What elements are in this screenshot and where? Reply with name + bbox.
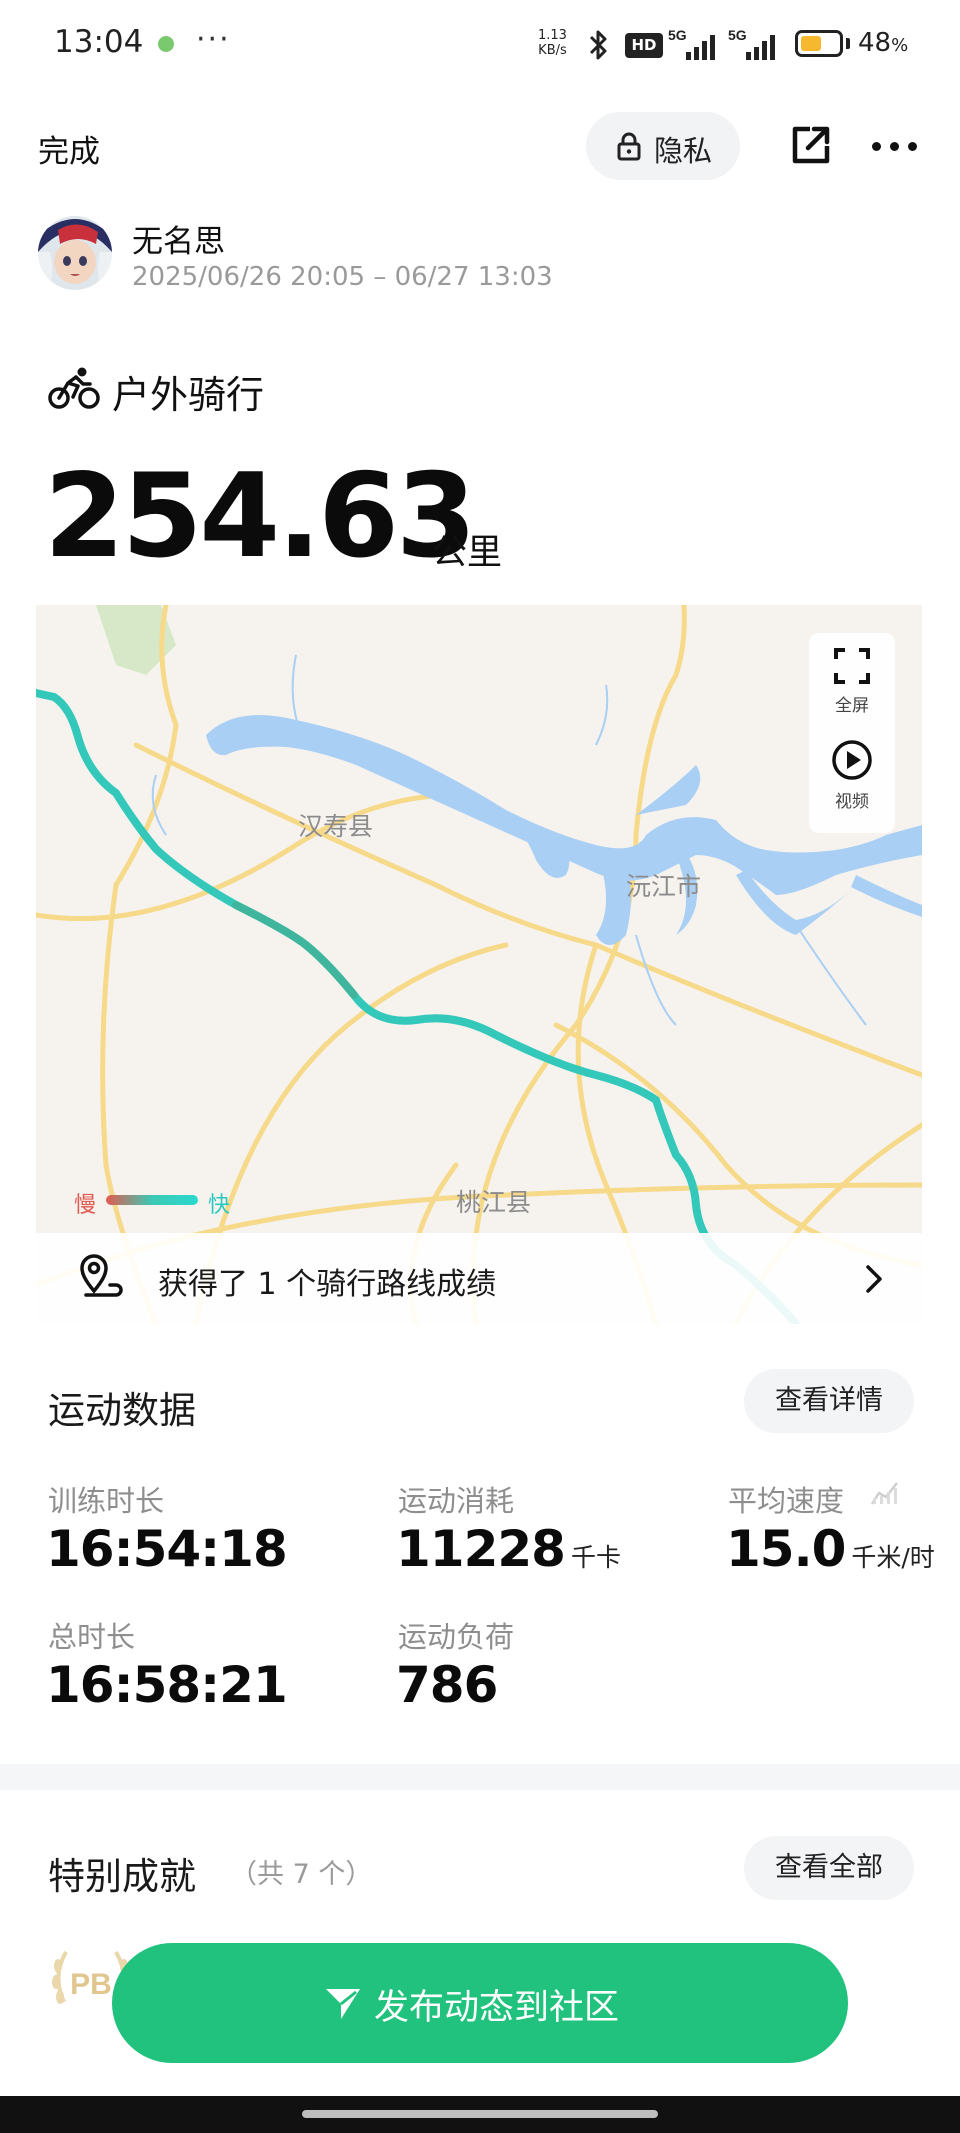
network-speed: 1.13 KB/s <box>538 28 567 58</box>
signal-strength-icon: 5G <box>668 27 715 60</box>
stat-label-training-time: 训练时长 <box>48 1484 165 1518</box>
stat-label-total-time: 总时长 <box>48 1620 136 1654</box>
view-all-achievements-button[interactable]: 查看全部 <box>744 1836 914 1900</box>
battery-icon <box>795 30 843 57</box>
chevron-right-icon <box>866 1265 882 1293</box>
map-controls: 全屏 视频 <box>809 633 895 833</box>
cycling-icon <box>48 367 100 409</box>
stat-label-calories: 运动消耗 <box>398 1484 515 1518</box>
achievements-title: 特别成就 <box>48 1855 196 1898</box>
signal-strength-icon-2: 5G <box>728 27 775 60</box>
share-icon[interactable] <box>790 124 832 166</box>
system-navigation-bar <box>0 2096 960 2133</box>
map-label-taojiang: 桃江县 <box>456 1188 532 1217</box>
status-bar: 13:04 ··· 1.13 KB/s HD 5G 5G 48% <box>0 0 960 90</box>
privacy-label: 隐私 <box>654 134 713 168</box>
stat-value-calories: 11228 千卡 <box>396 1520 621 1578</box>
stat-value-total-time: 16:58:21 <box>46 1656 288 1714</box>
network-speed-value: 1.13 <box>538 28 567 43</box>
battery-percent: 48% <box>858 28 909 58</box>
pb-badge-label: PB <box>70 1968 112 2001</box>
speed-legend-bar <box>106 1195 198 1205</box>
distance-unit: 公里 <box>432 533 503 573</box>
distance-value: 254.63 <box>44 449 477 584</box>
privacy-button[interactable]: 隐私 <box>586 112 740 180</box>
speed-chart-icon[interactable] <box>870 1478 900 1506</box>
route-map[interactable]: 汉寿县 沅江市 桃江县 全屏 视频 慢 快 获得了 1 个骑行路线成绩 <box>36 605 922 1324</box>
fullscreen-label: 全屏 <box>835 696 869 716</box>
view-details-button[interactable]: 查看详情 <box>744 1369 914 1433</box>
stat-label-training-load: 运动负荷 <box>398 1620 515 1654</box>
stat-unit-calories: 千卡 <box>570 1543 621 1572</box>
publish-label: 发布动态到社区 <box>374 1988 620 2028</box>
battery-fill <box>801 36 822 51</box>
map-label-yuanjiang: 沅江市 <box>626 872 702 901</box>
map-streams <box>151 654 867 1026</box>
avatar-image <box>38 216 112 290</box>
workout-data-title: 运动数据 <box>48 1389 196 1432</box>
bluetooth-icon <box>589 30 607 60</box>
signal-1-label: 5G <box>668 27 687 43</box>
stat-value-training-time: 16:54:18 <box>46 1520 288 1578</box>
send-icon <box>326 1989 360 2019</box>
fullscreen-icon <box>834 648 870 684</box>
lock-icon <box>617 132 641 161</box>
home-gesture-handle[interactable] <box>302 2110 658 2118</box>
notification-dot-icon <box>158 36 174 52</box>
legend-fast-label: 快 <box>208 1193 231 1218</box>
username: 无名思 <box>132 224 225 260</box>
fullscreen-button[interactable]: 全屏 <box>809 647 895 716</box>
route-pin-icon <box>80 1254 123 1297</box>
network-speed-unit: KB/s <box>538 43 567 58</box>
route-achievement-text: 获得了 1 个骑行路线成绩 <box>158 1267 497 1302</box>
done-button[interactable]: 完成 <box>38 126 100 171</box>
activity-time-range: 2025/06/26 20:05 – 06/27 13:03 <box>132 262 553 292</box>
battery-tip <box>846 38 850 49</box>
publish-to-community-button[interactable]: 发布动态到社区 <box>112 1943 848 2063</box>
activity-type: 户外骑行 <box>112 373 265 417</box>
stat-value-training-load: 786 <box>396 1656 498 1714</box>
map-label-hanshou: 汉寿县 <box>298 812 374 841</box>
play-video-icon <box>832 740 872 780</box>
more-options-icon[interactable] <box>870 128 920 168</box>
status-time: 13:04 <box>54 24 144 60</box>
stat-unit-avg-speed: 千米/时 <box>851 1543 935 1572</box>
video-button[interactable]: 视频 <box>809 739 895 812</box>
hd-voice-badge: HD <box>625 33 663 58</box>
stat-label-avg-speed: 平均速度 <box>728 1484 845 1518</box>
legend-slow-label: 慢 <box>74 1193 97 1218</box>
signal-2-label: 5G <box>728 27 747 43</box>
video-label: 视频 <box>835 792 869 812</box>
stat-value-avg-speed: 15.0 千米/时 <box>726 1520 935 1578</box>
achievements-count: （共 7 个） <box>230 1859 373 1890</box>
avatar[interactable] <box>38 216 112 290</box>
section-divider <box>0 1764 960 1790</box>
route-achievement-row[interactable]: 获得了 1 个骑行路线成绩 <box>36 1233 922 1324</box>
status-more-icon: ··· <box>196 22 231 57</box>
